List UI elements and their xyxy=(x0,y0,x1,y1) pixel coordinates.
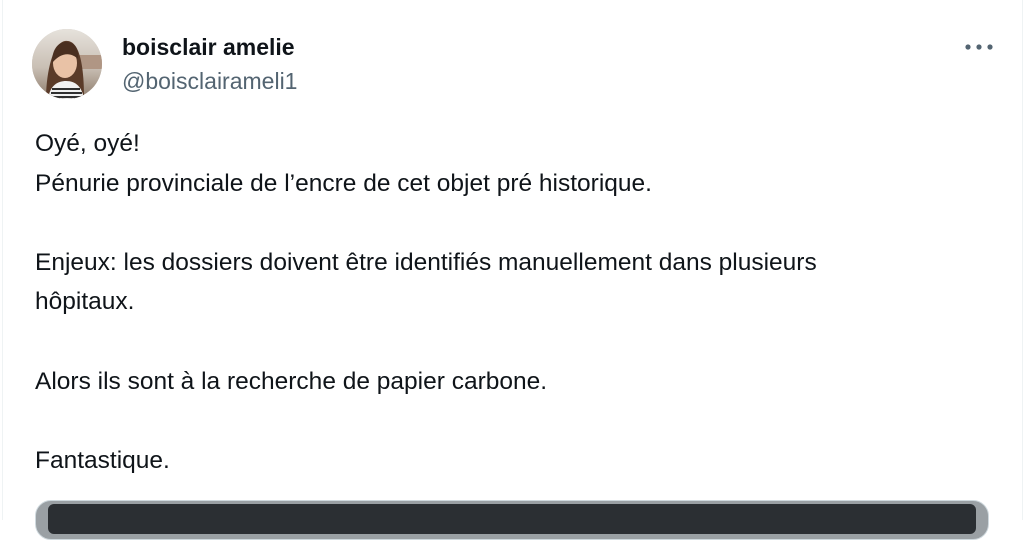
tweet-text-blank-line xyxy=(35,203,995,243)
tweet-text-line: hôpitaux. xyxy=(35,288,135,316)
tweet-text-blank-line xyxy=(35,401,995,441)
tweet-media-image[interactable] xyxy=(35,500,989,540)
tweet-card: boisclair amelie @boisclairameli1 Oyé, o… xyxy=(2,0,1023,540)
avatar-image xyxy=(32,29,102,99)
tweet-text-line: Enjeux: les dossiers doivent être identi… xyxy=(35,248,817,276)
tweet-text-line: Pénurie provinciale de l’encre de cet ob… xyxy=(35,169,652,197)
tweet-text-line: Alors ils sont à la recherche de papier … xyxy=(35,367,548,395)
more-horizontal-icon xyxy=(965,44,993,50)
tweet-media-image-content xyxy=(48,504,976,534)
tweet-text-line: Fantastique. xyxy=(35,446,170,474)
author-handle[interactable]: @boisclairameli1 xyxy=(122,66,297,96)
more-options-button[interactable] xyxy=(959,32,999,62)
tweet-text-line: Oyé, oyé! xyxy=(35,130,140,157)
tweet-text-blank-line xyxy=(35,322,995,362)
author-name[interactable]: boisclair amelie xyxy=(122,32,295,62)
tweet-text: Oyé, oyé! Pénurie provinciale de l’encre… xyxy=(35,124,995,480)
avatar[interactable] xyxy=(32,29,102,99)
